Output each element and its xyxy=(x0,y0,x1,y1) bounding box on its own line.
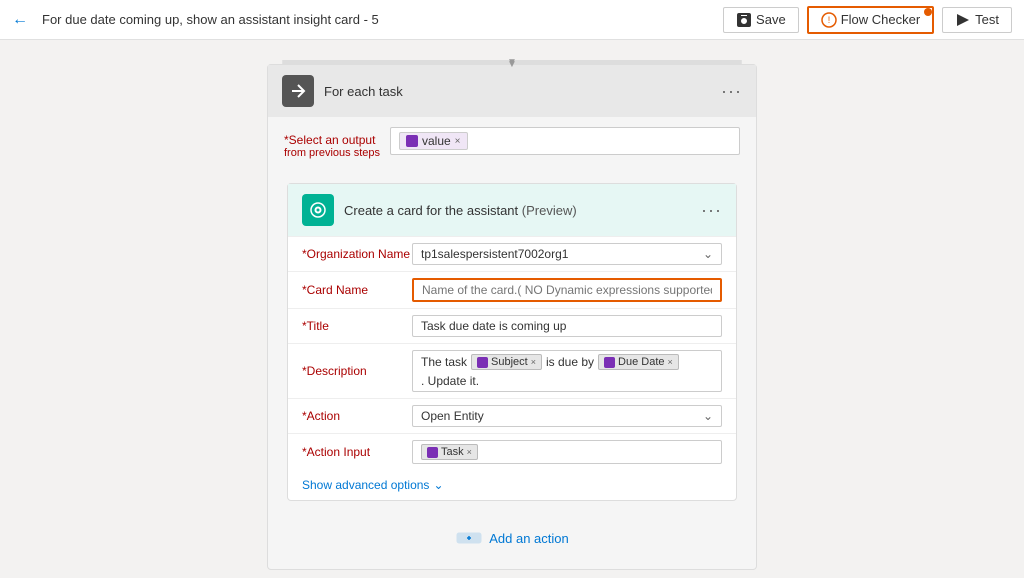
card-name-label: *Card Name xyxy=(302,283,412,297)
foreach-body: *Select an output from previous steps va… xyxy=(268,117,756,569)
desc-prefix: The task xyxy=(421,355,467,369)
save-label: Save xyxy=(756,12,786,27)
create-card-menu[interactable]: ··· xyxy=(701,200,722,221)
chip-icon xyxy=(406,135,418,147)
description-field[interactable]: The task Subject × is due by Due Date xyxy=(412,350,722,392)
org-name-value: tp1salespersistent7002org1 xyxy=(421,247,568,261)
action-input-field[interactable]: Task × xyxy=(412,440,722,464)
card-name-row: *Card Name xyxy=(288,271,736,308)
value-chip: value × xyxy=(399,132,468,150)
org-name-chevron: ⌄ xyxy=(703,247,713,261)
canvas: ⏰ On a daily basis ··· Get all tasks sch… xyxy=(0,40,1024,578)
back-button[interactable]: ← xyxy=(12,11,28,29)
select-output-input[interactable]: value × xyxy=(390,127,740,155)
subject-chip-icon xyxy=(477,357,488,368)
description-label: *Description xyxy=(302,364,412,378)
save-button[interactable]: Save xyxy=(723,7,799,33)
action-label: *Action xyxy=(302,409,412,423)
create-card-label: Create a card for the assistant (Preview… xyxy=(344,203,691,218)
create-card-block: Create a card for the assistant (Preview… xyxy=(287,183,737,501)
foreach-menu[interactable]: ··· xyxy=(721,81,742,102)
add-action-button[interactable]: Add an action xyxy=(443,521,581,555)
create-card-icon xyxy=(302,194,334,226)
flow-checker-icon: ! xyxy=(821,12,837,28)
card-form: *Organization Name tp1salespersistent700… xyxy=(288,236,736,500)
foreach-block: For each task ··· *Select an output from… xyxy=(267,64,757,570)
title-label: *Title xyxy=(302,319,412,333)
duedate-chip-label: Due Date xyxy=(618,356,664,368)
foreach-icon xyxy=(282,75,314,107)
action-input-chip: Task × xyxy=(421,444,478,460)
desc-suffix: . Update it. xyxy=(421,374,479,388)
select-output-row: *Select an output from previous steps va… xyxy=(284,127,740,159)
duedate-chip: Due Date × xyxy=(598,354,679,370)
org-name-select[interactable]: tp1salespersistent7002org1 ⌄ xyxy=(412,243,722,265)
select-output-label: *Select an output from previous steps xyxy=(284,127,380,159)
show-advanced-chevron: ⌄ xyxy=(433,478,443,492)
flow-checker-wrap: ! Flow Checker xyxy=(807,6,934,34)
org-name-row: *Organization Name tp1salespersistent700… xyxy=(288,236,736,271)
add-action-icon xyxy=(455,527,483,549)
test-label: Test xyxy=(975,12,999,27)
org-name-label: *Organization Name xyxy=(302,247,412,261)
top-bar: ← For due date coming up, show an assist… xyxy=(0,0,1024,40)
action-row: *Action Open Entity ⌄ xyxy=(288,398,736,433)
notification-dot xyxy=(924,8,932,16)
action-input-row: *Action Input Task × xyxy=(288,433,736,470)
action-value: Open Entity xyxy=(421,409,484,423)
title-input[interactable] xyxy=(412,315,722,337)
action-select[interactable]: Open Entity ⌄ xyxy=(412,405,722,427)
subject-chip: Subject × xyxy=(471,354,542,370)
show-advanced-label: Show advanced options xyxy=(302,478,429,492)
title-row: *Title xyxy=(288,308,736,343)
save-icon xyxy=(736,12,752,28)
add-action-label: Add an action xyxy=(489,531,569,546)
foreach-header: For each task ··· xyxy=(268,65,756,117)
duedate-chip-remove[interactable]: × xyxy=(668,357,673,367)
show-advanced[interactable]: Show advanced options ⌄ xyxy=(288,470,736,500)
flow-checker-button[interactable]: ! Flow Checker xyxy=(807,6,934,34)
foreach-label: For each task xyxy=(324,84,711,99)
desc-mid: is due by xyxy=(546,355,594,369)
description-row: *Description The task Subject × is due b… xyxy=(288,343,736,398)
duedate-chip-icon xyxy=(604,357,615,368)
chip-label: value xyxy=(422,134,451,148)
subject-chip-remove[interactable]: × xyxy=(531,357,536,367)
svg-text:!: ! xyxy=(827,15,830,25)
chip-remove[interactable]: × xyxy=(455,136,461,147)
subject-chip-label: Subject xyxy=(491,356,528,368)
action-chevron: ⌄ xyxy=(703,409,713,423)
test-button[interactable]: Test xyxy=(942,7,1012,33)
create-card-header: Create a card for the assistant (Preview… xyxy=(288,184,736,236)
action-input-label: *Action Input xyxy=(302,445,412,459)
flow-checker-label: Flow Checker xyxy=(841,12,920,27)
page-title: For due date coming up, show an assistan… xyxy=(42,12,715,27)
action-chip-icon xyxy=(427,447,438,458)
action-chip-label: Task xyxy=(441,446,464,458)
test-icon xyxy=(955,12,971,28)
card-name-input[interactable] xyxy=(412,278,722,302)
add-action-row: Add an action xyxy=(443,521,581,555)
action-chip-remove[interactable]: × xyxy=(467,447,472,457)
